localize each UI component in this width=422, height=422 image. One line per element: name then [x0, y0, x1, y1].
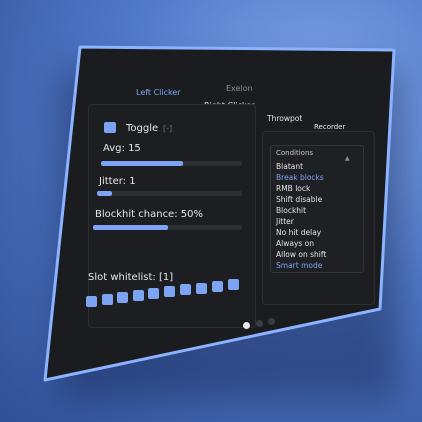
slot-10[interactable] [228, 279, 239, 290]
slot-4[interactable] [133, 290, 144, 301]
slot-2[interactable] [102, 294, 113, 305]
condition-blockhit[interactable]: Blockhit [276, 206, 306, 215]
slot-5[interactable] [148, 288, 159, 299]
condition-allow-on-shift[interactable]: Allow on shift [276, 250, 326, 259]
condition-shift-disable[interactable]: Shift disable [276, 195, 322, 204]
slot-6[interactable] [164, 286, 175, 297]
tab-left-clicker[interactable]: Left Clicker [136, 88, 181, 97]
blockhit-chance-slider-fill [93, 225, 168, 230]
slot-9[interactable] [212, 281, 223, 292]
page-dot-1[interactable] [243, 322, 250, 329]
window-title: Exelon [226, 84, 253, 93]
slot-8[interactable] [196, 283, 207, 294]
blockhit-chance-label: Blockhit chance: 50% [95, 209, 203, 220]
condition-rmb-lock[interactable]: RMB lock [276, 184, 310, 193]
condition-smart-mode[interactable]: Smart mode [276, 261, 322, 270]
toggle-keybind[interactable]: [-] [163, 124, 172, 133]
condition-blatant[interactable]: Blatant [276, 162, 303, 171]
avg-slider-fill [101, 161, 183, 166]
page-dot-2[interactable] [256, 320, 263, 327]
slot-1[interactable] [86, 296, 97, 307]
avg-label: Avg: 15 [103, 143, 141, 154]
page-dot-3[interactable] [268, 318, 275, 325]
toggle-label: Toggle [126, 123, 159, 134]
conditions-title: Conditions [276, 149, 314, 157]
avg-slider[interactable] [101, 161, 242, 166]
condition-always-on[interactable]: Always on [276, 239, 314, 248]
condition-break-blocks[interactable]: Break blocks [276, 173, 324, 182]
slot-whitelist-label: Slot whitelist: [1] [88, 272, 174, 283]
tab-recorder[interactable]: Recorder [314, 123, 345, 131]
toggle-checkbox[interactable] [104, 122, 116, 133]
condition-no-hit-delay[interactable]: No hit delay [276, 228, 321, 237]
jitter-label: Jitter: 1 [99, 176, 136, 187]
jitter-slider[interactable] [97, 191, 242, 196]
tab-throwpot[interactable]: Throwpot [267, 114, 302, 123]
condition-jitter[interactable]: Jitter [276, 217, 294, 226]
blockhit-chance-slider[interactable] [93, 225, 242, 230]
slot-7[interactable] [180, 284, 191, 295]
conditions-scroll-icon[interactable]: ▲ [345, 155, 350, 162]
jitter-slider-fill [97, 191, 112, 196]
slot-3[interactable] [117, 292, 128, 303]
